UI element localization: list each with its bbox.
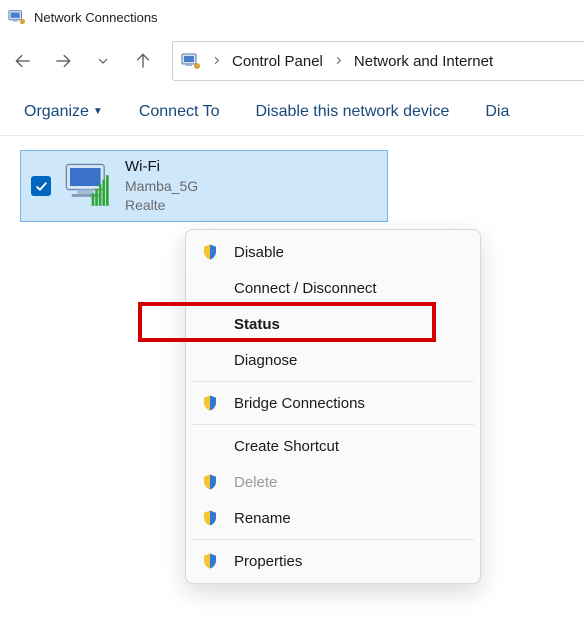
caret-down-icon: ▼ bbox=[93, 106, 103, 117]
menu-connect-disconnect[interactable]: Connect / Disconnect bbox=[186, 270, 480, 306]
chevron-right-icon[interactable] bbox=[211, 53, 222, 70]
menu-disable[interactable]: Disable bbox=[186, 234, 480, 270]
menu-properties-label: Properties bbox=[234, 553, 302, 570]
menu-status[interactable]: Status bbox=[186, 306, 480, 342]
adapter-item-wifi[interactable]: Wi-Fi Mamba_5G Realte bbox=[20, 150, 388, 222]
menu-rename[interactable]: Rename bbox=[186, 500, 480, 536]
shield-icon bbox=[200, 508, 220, 528]
content-area: Wi-Fi Mamba_5G Realte bbox=[0, 136, 584, 236]
forward-arrow-icon[interactable] bbox=[52, 50, 74, 72]
menu-separator bbox=[192, 381, 474, 382]
up-arrow-icon[interactable] bbox=[132, 50, 154, 72]
adapter-icon bbox=[61, 159, 115, 213]
network-connections-app-icon bbox=[8, 8, 26, 26]
shield-icon bbox=[200, 551, 220, 571]
address-bar[interactable]: Control Panel Network and Internet bbox=[172, 41, 584, 81]
command-bar: Organize ▼ Connect To Disable this netwo… bbox=[0, 88, 584, 136]
diagnose-button[interactable]: Dia bbox=[485, 103, 509, 121]
connect-to-button[interactable]: Connect To bbox=[139, 103, 220, 121]
menu-status-label: Status bbox=[234, 316, 280, 333]
menu-separator bbox=[192, 424, 474, 425]
navigation-bar: Control Panel Network and Internet bbox=[0, 34, 584, 88]
menu-create-shortcut-label: Create Shortcut bbox=[234, 438, 339, 455]
menu-delete: Delete bbox=[186, 464, 480, 500]
menu-delete-label: Delete bbox=[234, 474, 277, 491]
organize-menu[interactable]: Organize ▼ bbox=[24, 103, 103, 121]
adapter-text: Wi-Fi Mamba_5G Realte bbox=[125, 157, 198, 215]
chevron-right-icon[interactable] bbox=[333, 53, 344, 70]
context-menu: Disable Connect / Disconnect Status Diag… bbox=[185, 229, 481, 584]
shield-icon bbox=[200, 472, 220, 492]
menu-bridge-connections[interactable]: Bridge Connections bbox=[186, 385, 480, 421]
organize-label: Organize bbox=[24, 103, 89, 121]
nav-arrows bbox=[12, 50, 154, 72]
adapter-device: Realte bbox=[125, 196, 198, 215]
menu-diagnose-label: Diagnose bbox=[234, 352, 297, 369]
menu-separator bbox=[192, 539, 474, 540]
adapter-ssid: Mamba_5G bbox=[125, 177, 198, 196]
menu-diagnose[interactable]: Diagnose bbox=[186, 342, 480, 378]
back-arrow-icon[interactable] bbox=[12, 50, 34, 72]
window-title: Network Connections bbox=[34, 10, 158, 25]
breadcrumb-control-panel[interactable]: Control Panel bbox=[232, 53, 323, 70]
disable-device-button[interactable]: Disable this network device bbox=[255, 103, 449, 121]
shield-icon bbox=[200, 242, 220, 262]
recent-chevron-down-icon[interactable] bbox=[92, 50, 114, 72]
menu-rename-label: Rename bbox=[234, 510, 291, 527]
adapter-name: Wi-Fi bbox=[125, 157, 198, 177]
menu-bridge-label: Bridge Connections bbox=[234, 395, 365, 412]
shield-icon bbox=[200, 393, 220, 413]
menu-properties[interactable]: Properties bbox=[186, 543, 480, 579]
blank-icon bbox=[200, 350, 220, 370]
breadcrumb-network-and-internet[interactable]: Network and Internet bbox=[354, 53, 493, 70]
menu-create-shortcut[interactable]: Create Shortcut bbox=[186, 428, 480, 464]
network-connections-location-icon bbox=[181, 51, 201, 71]
blank-icon bbox=[200, 314, 220, 334]
adapter-selected-checkbox[interactable] bbox=[31, 176, 51, 196]
blank-icon bbox=[200, 278, 220, 298]
menu-disable-label: Disable bbox=[234, 244, 284, 261]
title-bar: Network Connections bbox=[0, 0, 584, 34]
menu-connect-disconnect-label: Connect / Disconnect bbox=[234, 280, 377, 297]
blank-icon bbox=[200, 436, 220, 456]
